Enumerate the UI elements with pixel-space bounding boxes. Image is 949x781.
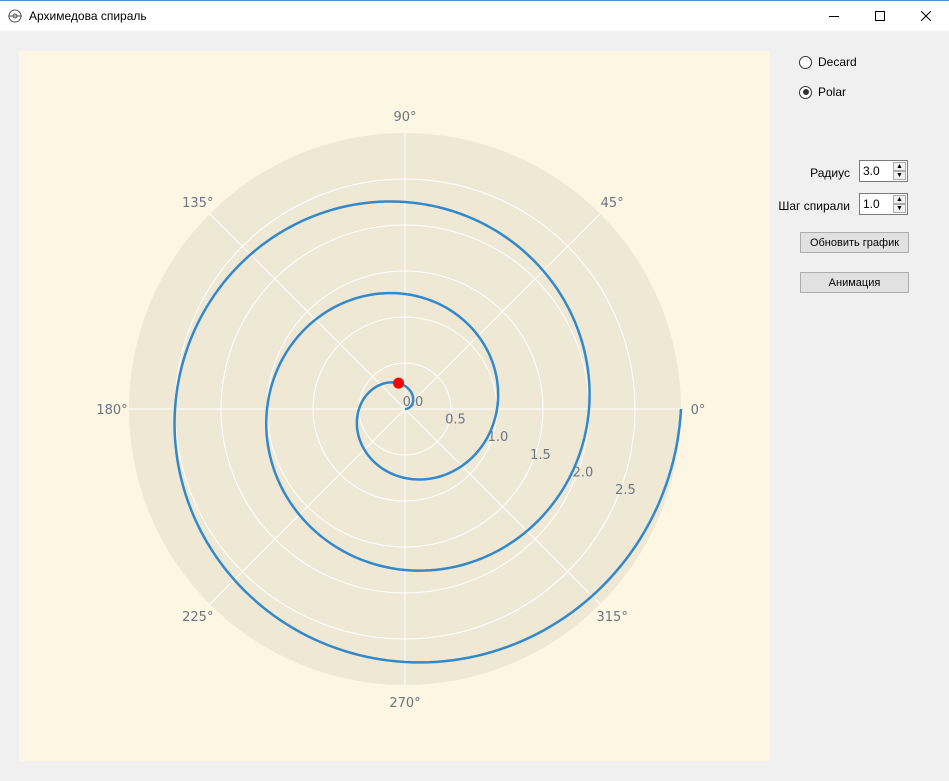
animation-button[interactable]: Анимация bbox=[800, 272, 909, 293]
radio-decard-label: Decard bbox=[818, 55, 857, 69]
angle-tick-label: 45° bbox=[601, 196, 624, 211]
angle-tick-label: 225° bbox=[182, 610, 213, 625]
plot-canvas: 0° 45° 90° 135° 180° 225° 270° 315° 0.0 0.5 1.0 1.5… bbox=[19, 51, 770, 761]
maximize-button[interactable] bbox=[857, 1, 903, 31]
app-icon bbox=[8, 9, 22, 23]
radial-tick-label: 0.5 bbox=[445, 413, 466, 428]
minimize-button[interactable] bbox=[811, 1, 857, 31]
radius-spinbox[interactable]: ▲ ▼ bbox=[859, 160, 908, 182]
maximize-icon bbox=[875, 11, 885, 21]
radial-tick-label: 1.5 bbox=[530, 448, 551, 463]
radius-down-arrow-icon[interactable]: ▼ bbox=[893, 171, 906, 180]
step-label: Шаг спирали bbox=[778, 199, 850, 213]
radius-input[interactable] bbox=[860, 161, 895, 180]
step-up-arrow-icon[interactable]: ▲ bbox=[893, 195, 906, 204]
radio-decard-circle[interactable] bbox=[799, 55, 812, 69]
radio-polar-label: Polar bbox=[818, 85, 847, 99]
angle-tick-label: 315° bbox=[597, 610, 628, 625]
title-bar: Архимедова спираль bbox=[0, 1, 949, 31]
radial-tick-label: 2.5 bbox=[615, 483, 636, 498]
update-plot-button[interactable]: Обновить график bbox=[800, 232, 909, 253]
angle-tick-label: 270° bbox=[389, 696, 420, 711]
radio-polar[interactable]: Polar bbox=[799, 85, 846, 99]
angle-tick-label: 135° bbox=[182, 196, 213, 211]
angle-tick-label: 180° bbox=[96, 403, 127, 418]
step-down-arrow-icon[interactable]: ▼ bbox=[893, 204, 906, 213]
step-input[interactable] bbox=[860, 194, 895, 213]
minimize-icon bbox=[829, 16, 839, 17]
radius-label: Радиус bbox=[810, 166, 850, 180]
angle-tick-label: 0° bbox=[691, 403, 706, 418]
spiral-marker-point bbox=[393, 377, 405, 389]
angle-tick-label: 90° bbox=[393, 110, 416, 125]
close-button[interactable] bbox=[903, 1, 949, 31]
radio-decard[interactable]: Decard bbox=[799, 55, 857, 69]
step-spinbox[interactable]: ▲ ▼ bbox=[859, 193, 908, 215]
radial-tick-label: 2.0 bbox=[573, 465, 594, 480]
polar-chart: 0°45°90°135°180°225°270°315°0.00.51.01.5… bbox=[96, 110, 706, 711]
close-icon bbox=[921, 11, 931, 21]
radio-polar-circle[interactable] bbox=[799, 85, 812, 99]
window-title: Архимедова спираль bbox=[29, 9, 147, 23]
radius-up-arrow-icon[interactable]: ▲ bbox=[893, 162, 906, 171]
